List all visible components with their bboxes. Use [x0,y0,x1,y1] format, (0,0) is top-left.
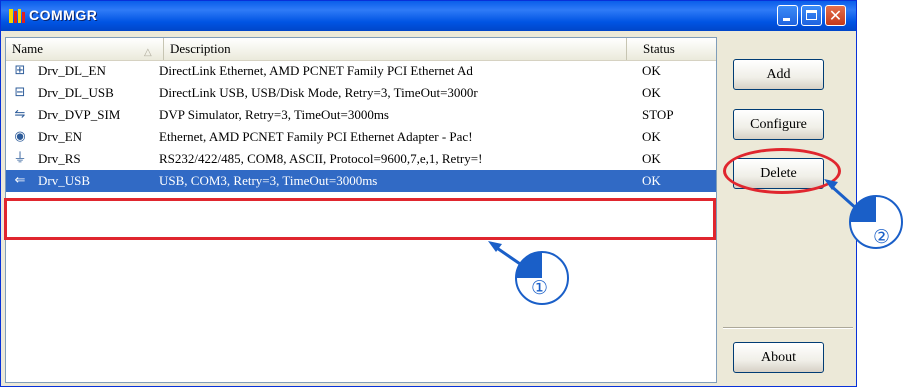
callout-2-arrow-line [829,183,859,212]
callout-2-number: ② [873,226,891,248]
callout-1-quadrant [516,252,542,278]
callout-1-number: ① [531,277,549,299]
annotation-layer [488,179,903,305]
callout-2-quadrant [850,196,876,222]
